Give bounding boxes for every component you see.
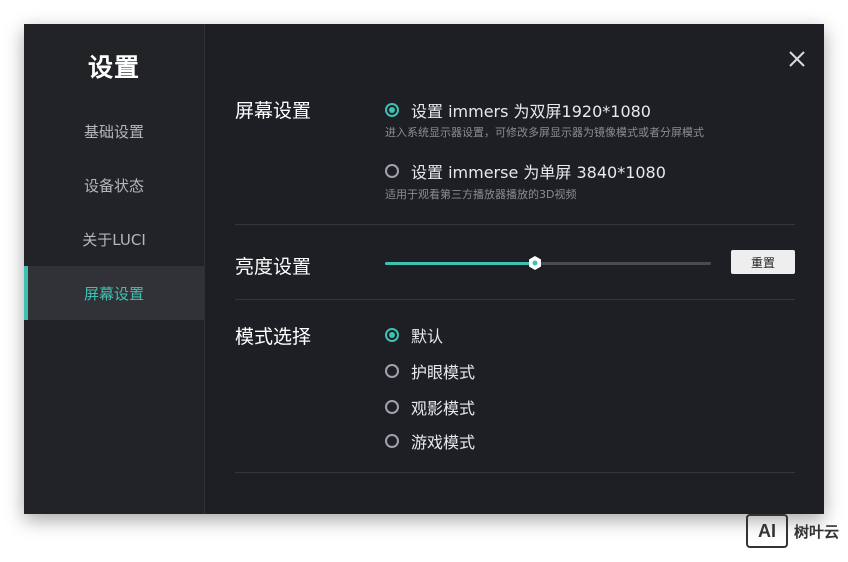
sidebar: 设置 基础设置 设备状态 关于LUCI 屏幕设置	[24, 24, 205, 514]
main-panel: 屏幕设置 设置 immers 为双屏1920*1080 进入系统显示器设置，可修…	[205, 24, 824, 514]
sidebar-item-basic[interactable]: 基础设置	[24, 104, 204, 158]
sidebar-title: 设置	[87, 53, 140, 82]
settings-dialog: 设置 基础设置 设备状态 关于LUCI 屏幕设置 屏幕设置 设置 immers …	[24, 24, 824, 514]
radio-unchecked-icon[interactable]	[385, 434, 399, 448]
screen-option-dual[interactable]: 设置 immers 为双屏1920*1080	[385, 98, 651, 122]
sidebar-item-label: 关于LUCI	[82, 230, 146, 249]
option-label: 默认	[411, 327, 444, 346]
reset-button[interactable]: 重置	[731, 250, 795, 274]
radio-unchecked-icon[interactable]	[385, 364, 399, 378]
radio-unchecked-icon[interactable]	[385, 400, 399, 414]
option-label: 护眼模式	[411, 363, 476, 382]
section-title-screen: 屏幕设置	[235, 100, 312, 122]
section-title-brightness: 亮度设置	[235, 256, 312, 278]
mode-option-eye-care[interactable]: 护眼模式	[385, 359, 475, 383]
mode-option-game[interactable]: 游戏模式	[385, 429, 475, 453]
radio-checked-icon[interactable]	[385, 328, 399, 342]
sidebar-item-label: 基础设置	[83, 122, 144, 141]
divider	[235, 224, 795, 225]
radio-unchecked-icon[interactable]	[385, 164, 399, 178]
sidebar-item-label: 设备状态	[83, 176, 144, 195]
divider	[235, 472, 795, 473]
option-label: 游戏模式	[411, 433, 476, 452]
watermark: AI 树叶云	[746, 514, 839, 548]
option-label: 设置 immerse 为单屏 3840*1080	[411, 163, 666, 182]
option-label: 观影模式	[411, 399, 476, 418]
radio-checked-icon[interactable]	[385, 103, 399, 117]
close-icon[interactable]	[786, 48, 808, 70]
watermark-text: 树叶云	[794, 522, 840, 541]
section-title-mode: 模式选择	[235, 326, 312, 348]
sidebar-item-device-status[interactable]: 设备状态	[24, 158, 204, 212]
mode-option-movie[interactable]: 观影模式	[385, 395, 475, 419]
sidebar-item-label: 屏幕设置	[83, 284, 144, 303]
option-description: 进入系统显示器设置，可修改多屏显示器为镜像模式或者分屏模式	[385, 126, 704, 139]
option-label: 设置 immers 为双屏1920*1080	[411, 102, 651, 121]
sidebar-item-about[interactable]: 关于LUCI	[24, 212, 204, 266]
mode-option-default[interactable]: 默认	[385, 323, 443, 347]
watermark-logo: AI	[746, 514, 788, 548]
sidebar-item-screen[interactable]: 屏幕设置	[24, 266, 204, 320]
slider-thumb-icon[interactable]	[527, 255, 543, 271]
divider	[235, 299, 795, 300]
slider-fill	[385, 262, 535, 265]
brightness-slider[interactable]	[385, 256, 711, 270]
option-description: 适用于观看第三方播放器播放的3D视频	[385, 188, 577, 201]
screen-option-single[interactable]: 设置 immerse 为单屏 3840*1080	[385, 159, 666, 183]
